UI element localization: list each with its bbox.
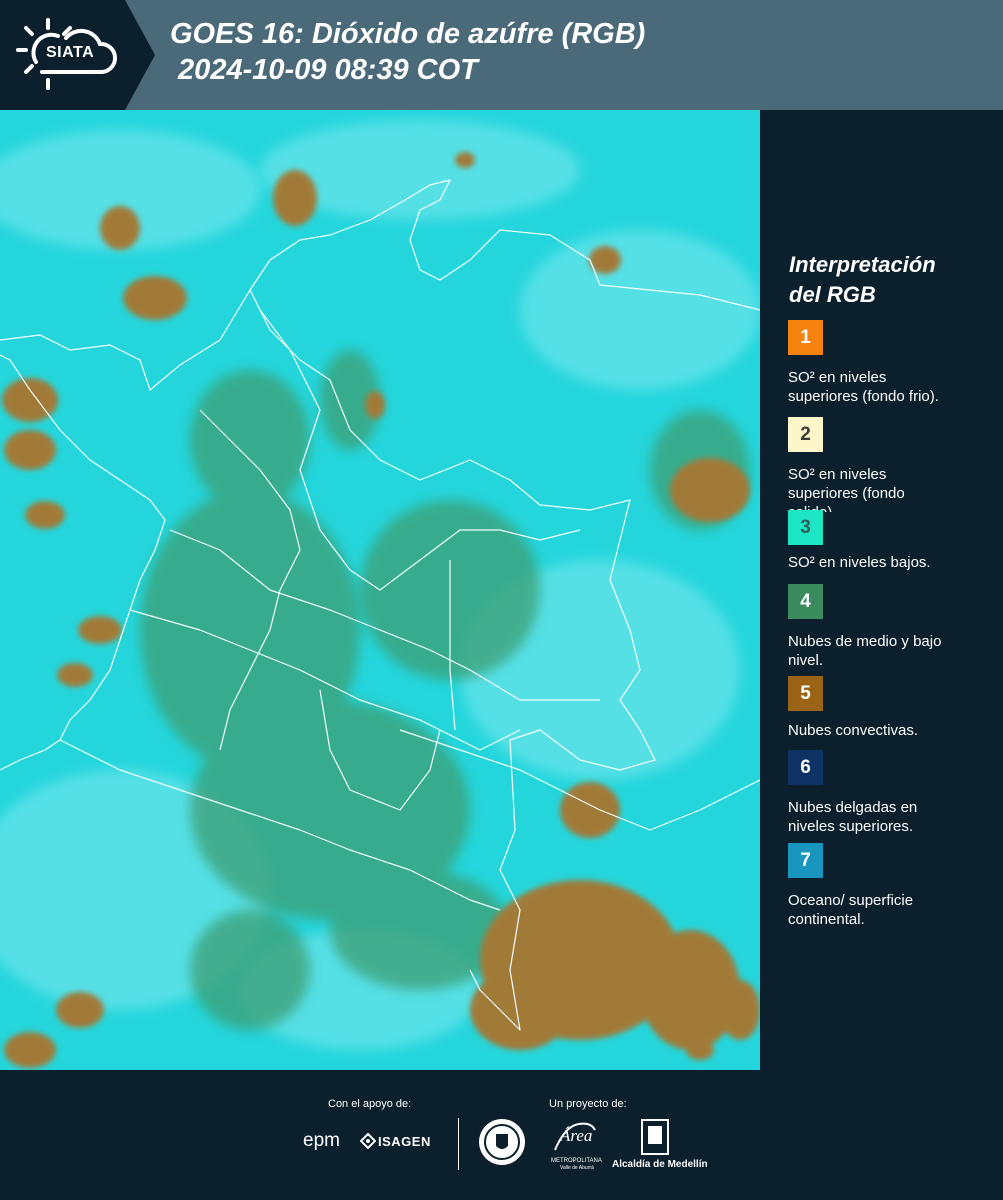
- legend-desc-line: continental.: [788, 911, 865, 928]
- legend-desc-line: Oceano/ superficie: [788, 892, 914, 909]
- legend-item-1: 1 SO² en niveles superiores (fondo frio)…: [788, 320, 993, 406]
- area-logo-word: Área: [560, 1126, 593, 1145]
- legend-desc-line: niveles superiores.: [788, 818, 914, 835]
- legend-desc-line: Nubes de medio y bajo: [788, 633, 942, 650]
- alcaldia-shield-icon: [641, 1119, 669, 1155]
- legend-swatch: 2: [788, 417, 823, 452]
- legend-description: Nubes de medio y bajo nivel.: [788, 632, 993, 670]
- legend-title-line-1: Interpretación: [789, 252, 936, 277]
- legend-title: Interpretación del RGB: [789, 250, 989, 310]
- legend-desc-line: SO² en niveles: [788, 369, 887, 386]
- isagen-logo: ISAGEN: [378, 1134, 431, 1149]
- project-label: Un proyecto de:: [549, 1098, 627, 1110]
- legend-swatch: 4: [788, 584, 823, 619]
- legend-swatch: 5: [788, 676, 823, 711]
- legend-desc-line: Nubes delgadas en: [788, 799, 918, 816]
- alcaldia-logo: Alcaldía de Medellín: [612, 1159, 708, 1170]
- brand-name: SIATA: [46, 44, 95, 61]
- legend-desc-line: superiores (fondo frio).: [788, 388, 939, 405]
- map-imagery: [0, 110, 760, 1070]
- legend-item-4: 4 Nubes de medio y bajo nivel.: [788, 584, 993, 670]
- legend-description: Nubes delgadas en niveles superiores.: [788, 798, 993, 836]
- legend-desc-line: Nubes convectivas.: [788, 722, 919, 739]
- legend-item-3: 3 SO² en niveles bajos.: [788, 510, 993, 572]
- header-bar: SIATA GOES 16: Dióxido de azúfre (RGB) 2…: [0, 0, 1003, 110]
- title-line-1: GOES 16: Dióxido de azúfre (RGB): [170, 18, 646, 50]
- title-line-2: 2024-10-09 08:39 COT: [170, 54, 478, 86]
- legend-desc-line: nivel.: [788, 652, 824, 669]
- satellite-map[interactable]: [0, 110, 760, 1070]
- medellin-seal-icon: [479, 1119, 525, 1165]
- legend-panel: Interpretación del RGB 1 SO² en niveles …: [760, 110, 1003, 1070]
- legend-item-5: 5 Nubes convectivas.: [788, 676, 993, 740]
- legend-description: SO² en niveles bajos.: [788, 553, 993, 572]
- legend-description: SO² en niveles superiores (fondo calido)…: [788, 465, 993, 512]
- isagen-icon: [360, 1133, 376, 1149]
- legend-desc-line: SO² en niveles bajos.: [788, 554, 931, 571]
- footer-divider: [458, 1118, 459, 1170]
- page-title: GOES 16: Dióxido de azúfre (RGB) 2024-10…: [170, 16, 645, 88]
- area-logo-line2: METROPOLITANA: [551, 1158, 602, 1164]
- legend-swatch: 7: [788, 843, 823, 878]
- legend-swatch: 6: [788, 750, 823, 785]
- legend-item-7: 7 Oceano/ superficie continental.: [788, 843, 993, 929]
- legend-swatch: 3: [788, 510, 823, 545]
- footer: Con el apoyo de: Un proyecto de: epm ISA…: [0, 1070, 1003, 1200]
- legend-desc-line: superiores (fondo: [788, 485, 905, 502]
- legend-description: Nubes convectivas.: [788, 721, 993, 740]
- legend-swatch: 1: [788, 320, 823, 355]
- legend-title-line-2: del RGB: [789, 282, 876, 307]
- legend-description: Oceano/ superficie continental.: [788, 891, 993, 929]
- legend-desc-line: SO² en niveles: [788, 466, 887, 483]
- support-label: Con el apoyo de:: [328, 1098, 412, 1110]
- area-logo-line3: Valle de Aburrá: [560, 1165, 594, 1171]
- legend-description: SO² en niveles superiores (fondo frio).: [788, 368, 993, 406]
- siata-logo: SIATA: [0, 0, 155, 110]
- legend-item-2: 2 SO² en niveles superiores (fondo calid…: [788, 417, 993, 512]
- epm-logo: epm: [303, 1130, 340, 1151]
- legend-item-6: 6 Nubes delgadas en niveles superiores.: [788, 750, 993, 836]
